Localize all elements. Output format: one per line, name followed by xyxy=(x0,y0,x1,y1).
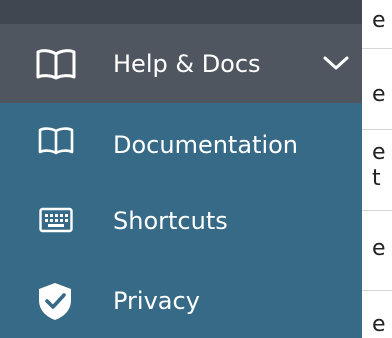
shield-check-icon xyxy=(39,283,71,320)
background-text: e xyxy=(372,82,386,107)
top-strip xyxy=(0,0,362,24)
menu-item-label: Documentation xyxy=(113,131,299,159)
help-docs-menu-header[interactable]: Help & Docs xyxy=(0,24,362,103)
menu-item-shortcuts[interactable]: Shortcuts xyxy=(0,181,362,259)
background-text: e xyxy=(372,140,386,165)
background-page-edge: e e e t e e xyxy=(362,0,392,338)
background-divider xyxy=(362,129,392,130)
background-text: e xyxy=(372,8,386,33)
book-open-icon xyxy=(36,49,76,80)
book-open-icon xyxy=(38,127,74,155)
menu-item-privacy[interactable]: Privacy xyxy=(0,259,362,337)
help-docs-submenu: Documentation Shortcuts Privacy xyxy=(0,103,362,338)
menu-item-label: Shortcuts xyxy=(113,207,228,235)
background-divider xyxy=(362,48,392,49)
background-divider xyxy=(362,290,392,291)
background-divider xyxy=(362,210,392,211)
menu-item-label: Privacy xyxy=(113,287,200,315)
background-text: e xyxy=(372,236,386,261)
background-text: t xyxy=(372,166,381,191)
keyboard-icon xyxy=(39,207,73,233)
help-docs-header-label: Help & Docs xyxy=(113,50,261,78)
chevron-down-icon[interactable] xyxy=(322,52,350,74)
background-text: e xyxy=(372,312,386,337)
help-docs-menu: Help & Docs Documentation Shortcuts Priv… xyxy=(0,24,362,338)
menu-item-documentation[interactable]: Documentation xyxy=(0,103,362,181)
